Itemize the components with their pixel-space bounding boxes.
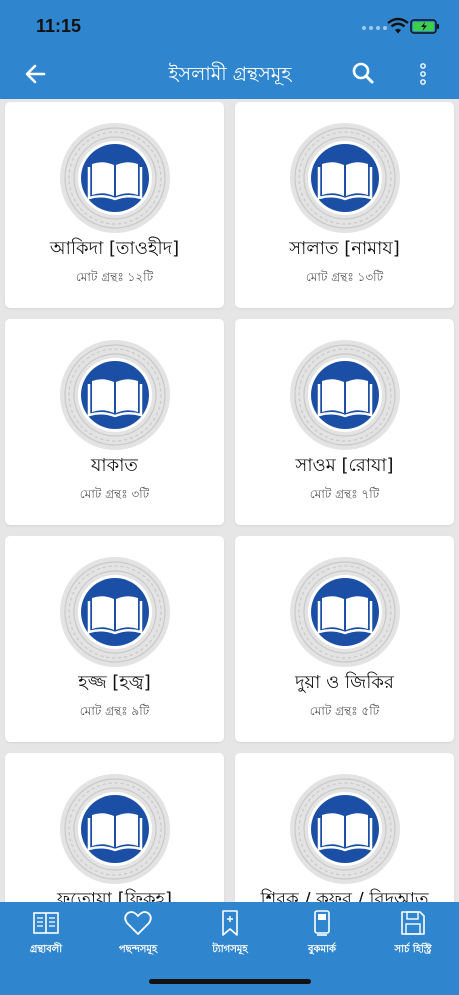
tab-label: গ্রন্থাবলী bbox=[29, 944, 63, 955]
category-count: মোট গ্রন্থঃ ৯টি bbox=[79, 704, 150, 718]
open-book-icon bbox=[59, 773, 171, 885]
open-book-icon bbox=[289, 122, 401, 234]
open-book-icon bbox=[59, 556, 171, 668]
category-title: সাওম [রোযা] bbox=[295, 455, 394, 476]
search-icon[interactable] bbox=[350, 60, 376, 86]
bookmark-icon bbox=[314, 910, 330, 936]
open-book-icon bbox=[289, 339, 401, 451]
tab-label: সার্চ হিস্ট্রি bbox=[394, 944, 432, 955]
book-icon bbox=[33, 912, 59, 934]
tab-search-history[interactable]: সার্চ হিস্ট্রি bbox=[367, 908, 459, 968]
category-title: হজ্জ [হজ্ব] bbox=[78, 672, 151, 693]
category-title: সালাত [নামায] bbox=[289, 238, 400, 259]
tag-icon bbox=[222, 910, 238, 936]
category-count: মোট গ্রন্থঃ ৫টি bbox=[309, 704, 380, 718]
tab-books[interactable]: গ্রন্থাবলী bbox=[0, 908, 92, 968]
open-book-icon bbox=[59, 339, 171, 451]
open-book-icon bbox=[59, 122, 171, 234]
cellular-signal-icon bbox=[362, 26, 387, 30]
toolbar: ইসলামী গ্রন্থসমূহ bbox=[0, 52, 459, 99]
page-title: ইসলামী গ্রন্থসমূহ bbox=[168, 63, 292, 85]
category-card[interactable]: দুয়া ও জিকির মোট গ্রন্থঃ ৫টি bbox=[235, 536, 454, 742]
category-grid: আকিদা [তাওহীদ] মোট গ্রন্থঃ ১২টি সালাত [ন… bbox=[0, 99, 459, 902]
open-book-icon bbox=[289, 773, 401, 885]
category-card[interactable]: যাকাত মোট গ্রন্থঃ ৩টি bbox=[5, 319, 224, 525]
open-book-icon bbox=[289, 556, 401, 668]
category-count: মোট গ্রন্থঃ ৩টি bbox=[79, 487, 150, 501]
status-bar: 11:15 bbox=[0, 0, 459, 52]
category-count: মোট গ্রন্থঃ ১২টি bbox=[75, 270, 154, 284]
more-vertical-icon[interactable] bbox=[410, 59, 436, 89]
category-card[interactable]: শিরক / কুফর / বিদআত bbox=[235, 753, 454, 902]
category-count: মোট গ্রন্থঃ ৭টি bbox=[309, 487, 380, 501]
category-card[interactable]: হজ্জ [হজ্ব] মোট গ্রন্থঃ ৯টি bbox=[5, 536, 224, 742]
tab-tags[interactable]: ট্যাগসমূহ bbox=[184, 908, 276, 968]
wifi-icon bbox=[387, 17, 409, 34]
tab-favorites[interactable]: পছন্দসমূহ bbox=[92, 908, 184, 968]
app-header: 11:15 ইসলামী গ্রন্থসমূহ bbox=[0, 0, 459, 99]
category-count: মোট গ্রন্থঃ ১৩টি bbox=[305, 270, 384, 284]
battery-icon bbox=[410, 19, 439, 34]
tab-label: বুকমার্ক bbox=[307, 944, 336, 955]
category-title: ফতোয়া [ফিকহ] bbox=[56, 889, 173, 902]
tab-bookmarks[interactable]: বুকমার্ক bbox=[276, 908, 368, 968]
category-title: যাকাত bbox=[91, 455, 138, 476]
category-card[interactable]: সালাত [নামায] মোট গ্রন্থঃ ১৩টি bbox=[235, 102, 454, 308]
tab-label: ট্যাগসমূহ bbox=[212, 944, 248, 955]
tab-label: পছন্দসমূহ bbox=[118, 944, 158, 955]
back-arrow-icon[interactable] bbox=[22, 60, 50, 88]
category-card[interactable]: ফতোয়া [ফিকহ] bbox=[5, 753, 224, 902]
save-icon bbox=[401, 911, 425, 935]
category-card[interactable]: সাওম [রোযা] মোট গ্রন্থঃ ৭টি bbox=[235, 319, 454, 525]
category-card[interactable]: আকিদা [তাওহীদ] মোট গ্রন্থঃ ১২টি bbox=[5, 102, 224, 308]
heart-icon bbox=[124, 911, 152, 935]
category-title: আকিদা [তাওহীদ] bbox=[49, 238, 180, 259]
category-title: দুয়া ও জিকির bbox=[295, 672, 394, 693]
home-indicator bbox=[149, 979, 311, 984]
category-title: শিরক / কুফর / বিদআত bbox=[260, 889, 429, 902]
status-time: 11:15 bbox=[36, 16, 82, 36]
